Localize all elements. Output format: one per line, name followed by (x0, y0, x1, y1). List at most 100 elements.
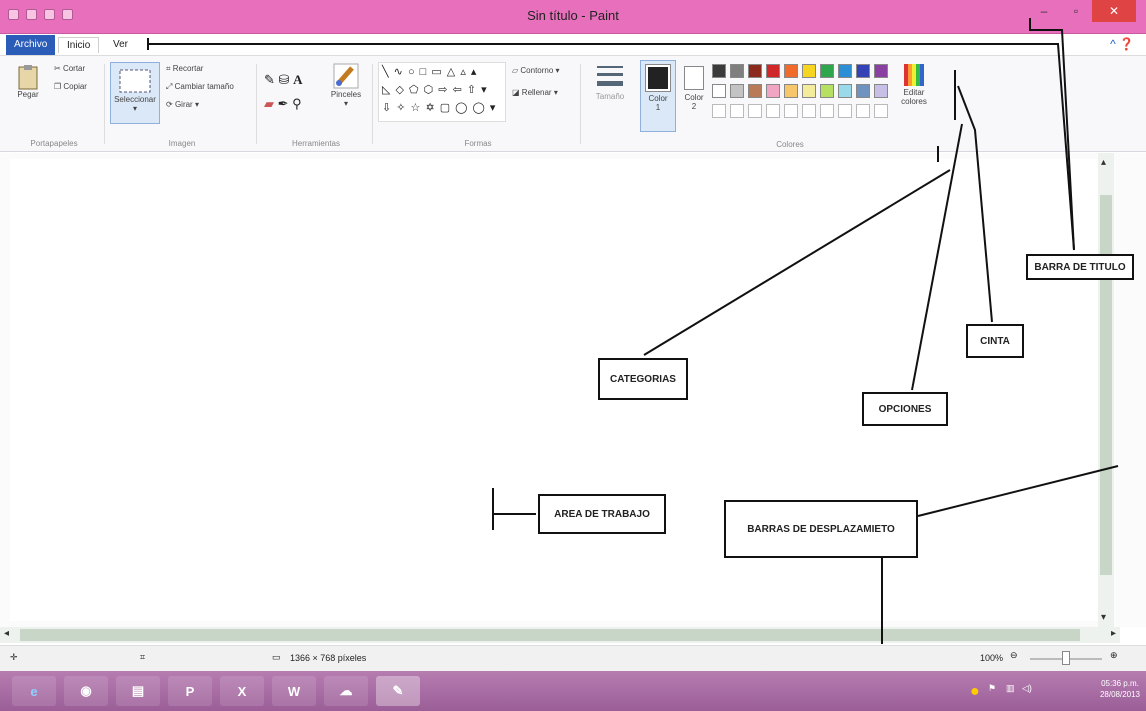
pencil-icon[interactable]: ✎ (264, 72, 275, 87)
zoom-slider-thumb[interactable] (1062, 651, 1070, 665)
maximize-button[interactable]: ▫ (1060, 0, 1092, 22)
tab-ver[interactable]: Ver (105, 37, 136, 52)
resize-label: Cambiar tamaño (174, 82, 234, 91)
custom-color-slot[interactable] (784, 104, 798, 118)
annotation-categories: CATEGORIAS (598, 358, 688, 400)
horizontal-scroll-thumb[interactable] (20, 629, 1080, 641)
fill-bucket-icon[interactable]: ⛁ (279, 72, 290, 87)
vertical-scroll-thumb[interactable] (1100, 195, 1112, 575)
notification-icon[interactable]: ● (970, 683, 980, 701)
fill-label: Rellenar ▾ (521, 88, 558, 97)
drawing-canvas[interactable] (10, 159, 1100, 621)
color-swatch[interactable] (874, 64, 888, 78)
custom-color-slot[interactable] (874, 104, 888, 118)
outline-button[interactable]: ▱ Contorno ▾ (512, 66, 560, 75)
color1-number: 1 (655, 103, 661, 112)
taskbar-app-icon[interactable]: W (272, 676, 316, 706)
select-button[interactable]: Seleccionar ▾ (110, 62, 160, 124)
scroll-up-icon[interactable]: ▴ (1101, 157, 1106, 168)
custom-color-slot[interactable] (712, 104, 726, 118)
zoom-out-icon[interactable]: ⊖ (1010, 650, 1018, 661)
group-name-formas: Formas (464, 139, 492, 148)
taskbar-app-icon[interactable]: ◉ (64, 676, 108, 706)
scroll-down-icon[interactable]: ▾ (1101, 612, 1106, 623)
system-clock[interactable]: 05:36 p.m. 28/08/2013 (1100, 678, 1140, 700)
color1-button[interactable]: Color 1 (640, 60, 676, 132)
paste-label: Pegar (17, 90, 39, 99)
vertical-scrollbar[interactable]: ▴ ▾ (1098, 153, 1114, 627)
eraser-icon[interactable]: ▰ (264, 96, 274, 111)
tools-row-2: ▰ ✒ ⚲ (264, 96, 302, 112)
brush-icon (333, 63, 359, 89)
taskbar-app-icon[interactable]: ▤ (116, 676, 160, 706)
custom-color-slot[interactable] (820, 104, 834, 118)
custom-color-slot[interactable] (838, 104, 852, 118)
flag-icon[interactable]: ⚑ (988, 683, 996, 694)
paste-button[interactable]: Pegar (8, 64, 48, 99)
color-swatch[interactable] (838, 64, 852, 78)
brushes-button[interactable]: Pinceles ▾ (326, 62, 366, 108)
color-swatch[interactable] (856, 64, 870, 78)
group-name-imagen: Imagen (168, 139, 196, 148)
close-button[interactable]: ✕ (1092, 0, 1136, 22)
custom-color-slot[interactable] (766, 104, 780, 118)
crop-button[interactable]: ⌗ Recortar (166, 64, 203, 74)
tab-inicio[interactable]: Inicio (58, 37, 100, 53)
color-swatch[interactable] (766, 84, 780, 98)
zoom-in-icon[interactable]: ⊕ (1110, 650, 1118, 661)
help-icons[interactable]: ^ ❓ (1110, 37, 1134, 51)
taskbar-app-icon[interactable]: X (220, 676, 264, 706)
color-swatch[interactable] (730, 64, 744, 78)
taskbar-app-icon[interactable]: e (12, 676, 56, 706)
text-tool-icon[interactable]: A (293, 72, 302, 87)
custom-color-slot[interactable] (856, 104, 870, 118)
scroll-left-icon[interactable]: ◂ (4, 628, 9, 639)
color-swatch[interactable] (784, 64, 798, 78)
color-picker-icon[interactable]: ✒ (278, 96, 289, 111)
color-swatch[interactable] (766, 64, 780, 78)
color-swatch[interactable] (802, 84, 816, 98)
copy-label: Copiar (63, 82, 87, 91)
color-swatch[interactable] (748, 84, 762, 98)
custom-color-slot[interactable] (802, 104, 816, 118)
color-swatch[interactable] (874, 84, 888, 98)
color-swatch[interactable] (838, 84, 852, 98)
shapes-gallery[interactable]: ╲ ∿ ○ □ ▭ △ ▵ ▴ ◺ ◇ ⬠ ⬡ ⇨ ⇦ ⇧ ▾ ⇩ ✧ ☆ ✡ … (378, 62, 506, 122)
window-controls: – ▫ ✕ (1028, 0, 1136, 22)
edit-colors-button[interactable]: Editar colores (894, 62, 934, 106)
color-swatch[interactable] (856, 84, 870, 98)
fill-button[interactable]: ◪ Rellenar ▾ (512, 88, 558, 97)
color-swatch[interactable] (820, 84, 834, 98)
color2-button[interactable]: Color 2 (678, 60, 710, 132)
rotate-button[interactable]: ⟳ Girar ▾ (166, 100, 199, 109)
copy-button[interactable]: ❐ Copiar (54, 82, 87, 91)
cut-label: Cortar (62, 64, 86, 73)
annotation-workspace: AREA DE TRABAJO (538, 494, 666, 534)
custom-color-slot[interactable] (748, 104, 762, 118)
custom-color-slot[interactable] (730, 104, 744, 118)
size-button[interactable]: Tamaño (590, 62, 630, 101)
taskbar-app-icon[interactable]: ✎ (376, 676, 420, 706)
annotation-options: OPCIONES (862, 392, 948, 426)
color-swatch[interactable] (712, 64, 726, 78)
color2-number: 2 (691, 102, 697, 111)
taskbar-app-icon[interactable]: ☁ (324, 676, 368, 706)
color-swatch[interactable] (802, 64, 816, 78)
color-swatch[interactable] (784, 84, 798, 98)
color-swatch[interactable] (748, 64, 762, 78)
color-swatch[interactable] (730, 84, 744, 98)
tab-archivo[interactable]: Archivo (6, 35, 56, 55)
magnifier-icon[interactable]: ⚲ (292, 96, 302, 111)
ribbon: Pegar ✂ Cortar ❐ Copiar Portapapeles Sel… (0, 56, 1146, 152)
scroll-right-icon[interactable]: ▸ (1111, 628, 1116, 639)
resize-button[interactable]: ⤢ Cambiar tamaño (166, 82, 234, 92)
volume-icon[interactable]: ◁) (1022, 683, 1032, 694)
divider (580, 64, 581, 144)
color-swatch[interactable] (820, 64, 834, 78)
color-swatch[interactable] (712, 84, 726, 98)
cut-button[interactable]: ✂ Cortar (54, 64, 85, 73)
network-icon[interactable]: ▥ (1006, 683, 1015, 694)
minimize-button[interactable]: – (1028, 0, 1060, 22)
horizontal-scrollbar[interactable]: ◂ ▸ (0, 627, 1120, 643)
taskbar-app-icon[interactable]: P (168, 676, 212, 706)
